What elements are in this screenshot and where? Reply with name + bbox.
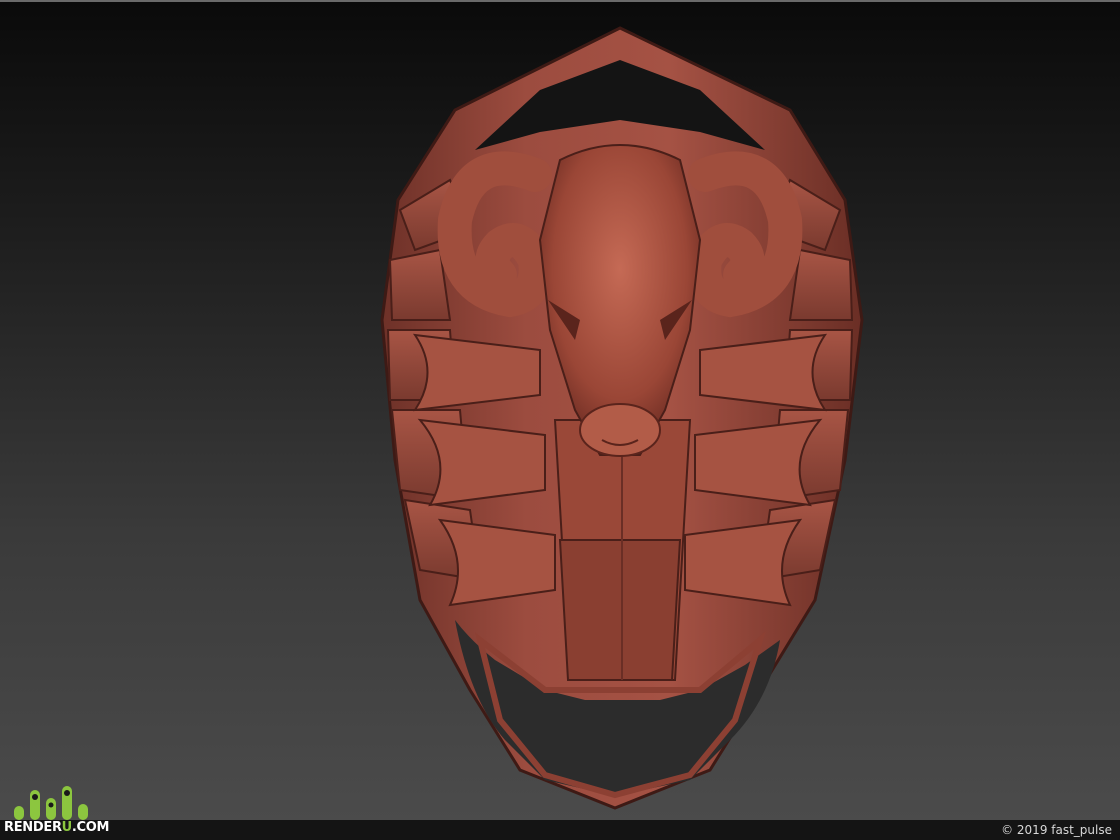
logo-text-accent: U: [61, 820, 73, 835]
render-viewport: [0, 0, 1120, 820]
central-column: [553, 419, 692, 681]
logo-text[interactable]: RENDERU.COM: [4, 820, 110, 836]
footer-bar: [0, 820, 1120, 840]
copyright-text: © 2019 fast_pulse: [1001, 823, 1112, 837]
logo-text-main: RENDER: [4, 820, 62, 835]
logo-text-domain: .COM: [71, 820, 110, 835]
ram-shield-sculpt: [380, 26, 864, 810]
